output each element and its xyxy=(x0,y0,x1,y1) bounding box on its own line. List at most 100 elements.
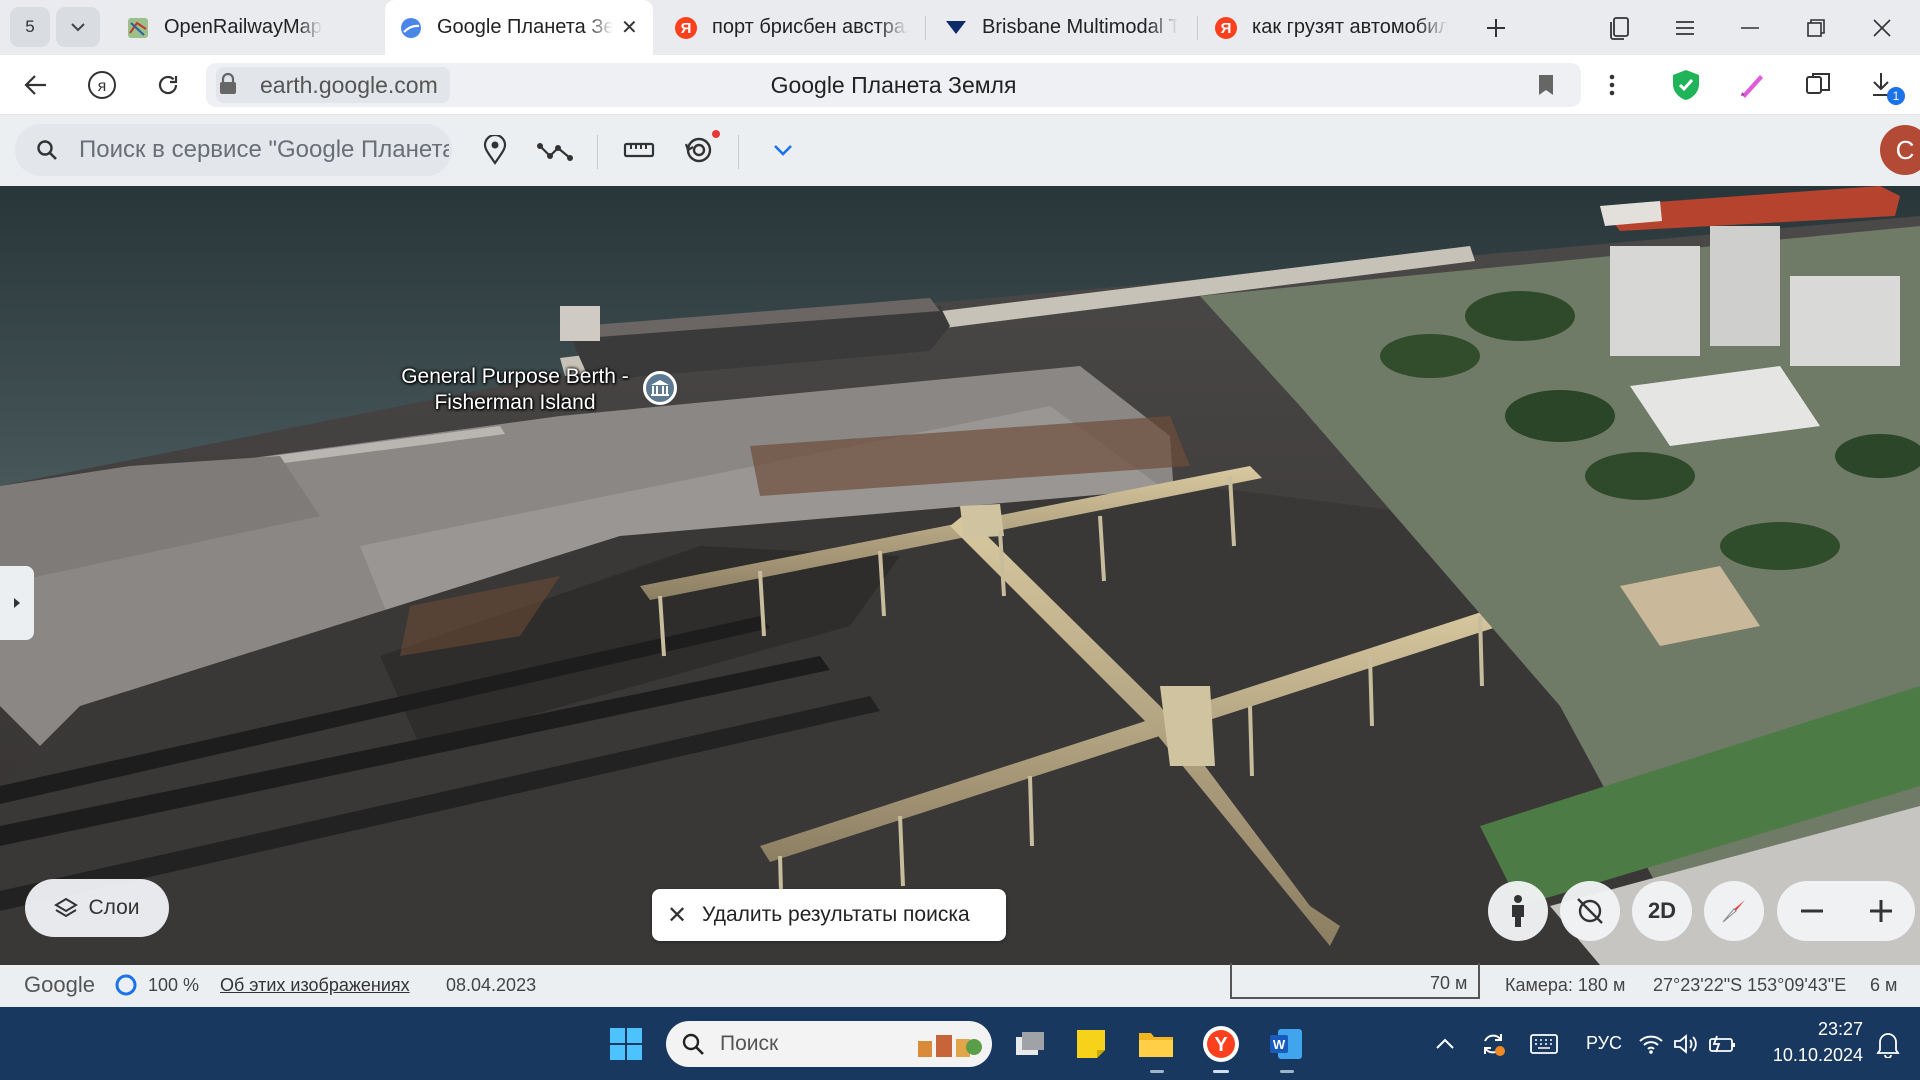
extensions-icon[interactable] xyxy=(1796,63,1840,107)
google-earth-favicon xyxy=(399,16,423,40)
tab-google-earth[interactable]: Google Планета Земля ✕ xyxy=(385,0,653,55)
collections-icon[interactable] xyxy=(1590,0,1650,55)
expand-chevron-icon[interactable] xyxy=(760,127,806,173)
word-icon[interactable]: W xyxy=(1261,1019,1311,1069)
pen-extension-icon[interactable] xyxy=(1730,63,1774,107)
tab-count-button[interactable]: 5 xyxy=(10,7,50,47)
tab-label: как грузят автомобили xyxy=(1252,16,1448,38)
sticky-notes-icon[interactable] xyxy=(1066,1019,1116,1069)
earth-toolbar: C xyxy=(0,115,1920,186)
zoom-out-icon[interactable] xyxy=(1800,909,1824,913)
openrailwaymap-favicon xyxy=(126,16,150,40)
pegman-street-view-icon[interactable] xyxy=(1488,881,1548,941)
svg-text:Y: Y xyxy=(1214,1034,1228,1056)
zoom-controls xyxy=(1777,881,1915,941)
port-building-icon[interactable] xyxy=(643,371,677,405)
historical-imagery-icon[interactable] xyxy=(676,127,722,173)
search-icon xyxy=(666,1032,720,1056)
earth-3d-view[interactable]: General Purpose Berth - Fisherman Island… xyxy=(0,186,1920,965)
url-text: earth.google.com xyxy=(260,71,438,98)
clock-time[interactable]: 23:27 xyxy=(1787,1019,1863,1040)
url-pill[interactable]: earth.google.com xyxy=(216,67,450,103)
clock-date[interactable]: 10.10.2024 xyxy=(1765,1045,1863,1066)
satellite-imagery xyxy=(0,186,1920,965)
tab-close-icon[interactable]: ✕ xyxy=(621,15,638,40)
rotation-lock-icon[interactable] xyxy=(1560,881,1620,941)
browser-tab-bar: 5 OpenRailwayMap Google Планета Земля ✕ … xyxy=(0,0,1920,55)
running-indicator xyxy=(1150,1070,1164,1073)
notifications-bell-icon[interactable] xyxy=(1866,1019,1910,1069)
tray-chevron-up-icon[interactable] xyxy=(1425,1019,1465,1069)
svg-text:Я: Я xyxy=(681,20,692,37)
back-arrow-icon[interactable] xyxy=(14,63,58,107)
tab-label: OpenRailwayMap xyxy=(164,16,322,38)
close-window-icon[interactable] xyxy=(1852,0,1912,55)
view-2d-button[interactable]: 2D xyxy=(1632,881,1692,941)
tab-label: порт брисбен австралия xyxy=(712,16,908,38)
poi-label[interactable]: General Purpose Berth - Fisherman Island xyxy=(395,364,635,416)
view-2d-label: 2D xyxy=(1647,898,1677,923)
earth-search-input[interactable] xyxy=(79,136,449,164)
tab-count: 5 xyxy=(25,17,35,36)
keyboard-icon[interactable] xyxy=(1522,1019,1566,1069)
yandex-favicon: Я xyxy=(1214,16,1238,40)
running-indicator xyxy=(1280,1070,1294,1073)
close-icon: ✕ xyxy=(666,901,688,929)
input-language[interactable]: РУС xyxy=(1586,1033,1622,1054)
minimize-icon[interactable] xyxy=(1720,0,1780,55)
add-path-icon[interactable] xyxy=(532,127,578,173)
reload-icon[interactable] xyxy=(146,63,190,107)
about-imagery-link[interactable]: Об этих изображениях xyxy=(220,975,410,996)
opacity-ring-icon[interactable] xyxy=(114,973,138,997)
compass-icon[interactable] xyxy=(1704,881,1764,941)
lock-icon[interactable] xyxy=(218,72,238,96)
tab-openrailwaymap[interactable]: OpenRailwayMap xyxy=(112,0,382,55)
tab-car-loading-search[interactable]: Я как грузят автомобили xyxy=(1200,0,1462,55)
taskbar-search-label: Поиск xyxy=(720,1032,779,1055)
svg-text:W: W xyxy=(1273,1037,1286,1052)
svg-text:Я: Я xyxy=(1221,20,1232,37)
zoom-in-icon[interactable] xyxy=(1869,899,1893,923)
tab-label: Google Планета Земля xyxy=(437,16,613,38)
svg-text:я: я xyxy=(98,78,107,95)
scale-label: 70 м xyxy=(1430,973,1468,993)
search-highlight-icon xyxy=(914,1027,984,1061)
layers-icon xyxy=(54,897,79,919)
layers-label: Слои xyxy=(88,896,140,919)
camera-altitude: Камера: 180 м xyxy=(1505,975,1626,995)
tab-brisbane-multimodal[interactable]: Brisbane Multimodal Terminal xyxy=(930,0,1192,55)
new-tab-button[interactable] xyxy=(1478,10,1514,46)
bookmark-icon[interactable] xyxy=(1524,63,1568,107)
volume-icon[interactable] xyxy=(1668,1019,1704,1069)
avatar[interactable]: C xyxy=(1880,125,1920,175)
downloads-icon[interactable]: 1 xyxy=(1862,63,1906,107)
task-view-icon[interactable] xyxy=(1006,1019,1056,1069)
file-explorer-icon[interactable] xyxy=(1131,1019,1181,1069)
wifi-icon[interactable] xyxy=(1633,1019,1669,1069)
windows-start-icon[interactable] xyxy=(601,1019,651,1069)
tab-port-brisbane-search[interactable]: Я порт брисбен австралия xyxy=(660,0,922,55)
clear-search-results-button[interactable]: ✕ Удалить результаты поиска xyxy=(652,889,1006,941)
yandex-browser-icon[interactable]: Y xyxy=(1196,1019,1246,1069)
add-placemark-icon[interactable] xyxy=(472,127,518,173)
tab-list-chevron-icon[interactable] xyxy=(56,7,100,47)
layers-button[interactable]: Слои xyxy=(25,879,169,937)
address-bar[interactable]: earth.google.com Google Планета Земля xyxy=(206,63,1581,107)
battery-icon[interactable] xyxy=(1704,1019,1740,1069)
expand-panel-chevron-icon[interactable] xyxy=(0,566,34,640)
browser-nav-bar: я earth.google.com Google Планета Земля … xyxy=(0,55,1920,115)
sync-status-icon[interactable] xyxy=(1471,1019,1515,1069)
restore-icon[interactable] xyxy=(1786,0,1846,55)
active-indicator xyxy=(1213,1070,1229,1073)
protect-shield-icon[interactable] xyxy=(1664,63,1708,107)
measure-ruler-icon[interactable] xyxy=(616,127,662,173)
menu-icon[interactable] xyxy=(1655,0,1715,55)
triangle-favicon xyxy=(944,16,968,40)
avatar-letter: C xyxy=(1895,134,1915,165)
taskbar-search[interactable]: Поиск xyxy=(666,1021,992,1067)
earth-search-box[interactable] xyxy=(15,124,452,176)
yandex-favicon: Я xyxy=(674,16,698,40)
more-options-icon[interactable] xyxy=(1590,63,1634,107)
yandex-home-icon[interactable]: я xyxy=(80,63,124,107)
imagery-date: 08.04.2023 xyxy=(446,975,537,995)
